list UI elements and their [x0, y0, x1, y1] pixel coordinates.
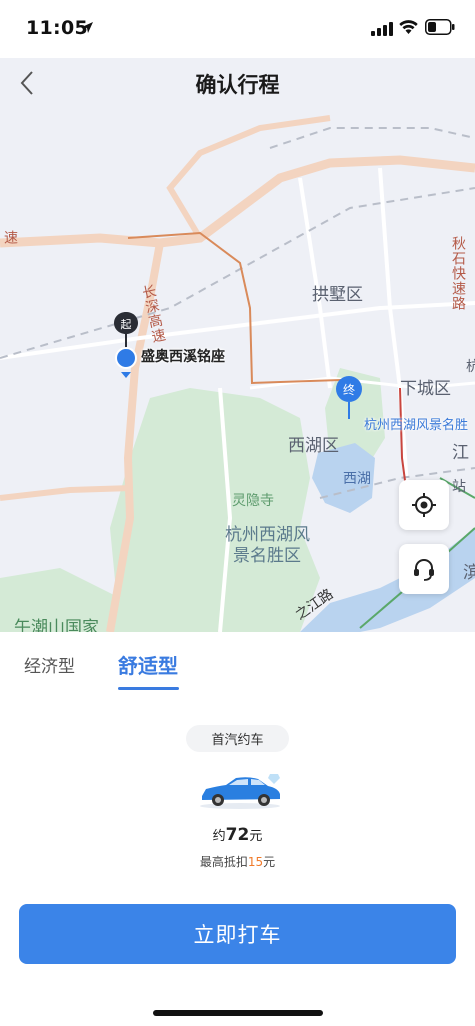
cellular-signal-icon	[371, 22, 393, 36]
map-label-edge-right: 杭	[466, 359, 475, 375]
map-label-jiang: 江	[452, 443, 469, 463]
map-label-xiacheng: 下城区	[400, 379, 451, 399]
car-icon[interactable]	[196, 772, 284, 810]
status-bar: 11:05	[0, 0, 475, 58]
start-location-name: 盛奥西溪铭座	[141, 349, 225, 365]
map-label-zhan: 站	[452, 479, 466, 495]
locate-me-button[interactable]	[399, 480, 449, 530]
discount-unit: 元	[263, 855, 276, 869]
discount-value: 15	[247, 855, 264, 869]
tab-comfort[interactable]: 舒适型	[118, 650, 178, 679]
discount-info: 最高抵扣15元	[0, 853, 475, 870]
headset-icon	[414, 559, 434, 581]
nav-header: 确认行程	[0, 58, 475, 108]
start-pin-icon[interactable]: 起	[111, 310, 141, 382]
active-tab-underline	[118, 687, 179, 690]
map-label-wuchao: 午潮山国家	[14, 618, 99, 632]
map-label-lingyin: 灵隐寺	[232, 493, 274, 509]
battery-icon	[425, 19, 455, 35]
page-title: 确认行程	[195, 73, 280, 97]
price-prefix: 约	[212, 829, 226, 844]
price-value: 72	[225, 825, 250, 845]
price-unit: 元	[249, 829, 263, 844]
call-ride-button[interactable]: 立即打车	[19, 904, 456, 964]
discount-prefix: 最高抵扣	[199, 855, 248, 869]
map-label-qiushi: 秋石快速路	[450, 236, 466, 311]
route-map[interactable]: 拱墅区 下城区 西湖区 西湖 江 灵隐寺 杭州西湖风 景名胜区 午潮山国家 之江…	[0, 58, 475, 632]
ride-type-tabs: 经济型 舒适型	[0, 632, 475, 692]
end-location-name: 杭州西湖风景名胜	[364, 418, 469, 433]
provider-chip[interactable]: 首汽约车	[186, 725, 289, 752]
home-indicator[interactable]	[153, 1010, 323, 1016]
price-estimate: 约72元	[0, 825, 475, 845]
map-label-sui: 速	[2, 230, 18, 245]
status-time: 11:05	[26, 17, 88, 39]
map-label-scenic-line2: 景名胜区	[233, 546, 301, 566]
location-arrow-icon	[82, 22, 93, 33]
end-pin-icon[interactable]: 终	[334, 375, 364, 423]
end-pin-text: 终	[343, 382, 355, 397]
map-label-xihu-lake: 西湖	[343, 471, 371, 487]
wifi-icon	[399, 20, 418, 34]
map-label-gongshu: 拱墅区	[312, 285, 363, 305]
customer-service-button[interactable]	[399, 544, 449, 594]
map-label-xihu-district: 西湖区	[288, 436, 339, 456]
map-label-edge-bottom-right: 滨	[463, 563, 475, 583]
start-pin-text: 起	[121, 318, 132, 331]
tab-economy[interactable]: 经济型	[24, 652, 75, 677]
locate-target-icon	[412, 493, 436, 517]
